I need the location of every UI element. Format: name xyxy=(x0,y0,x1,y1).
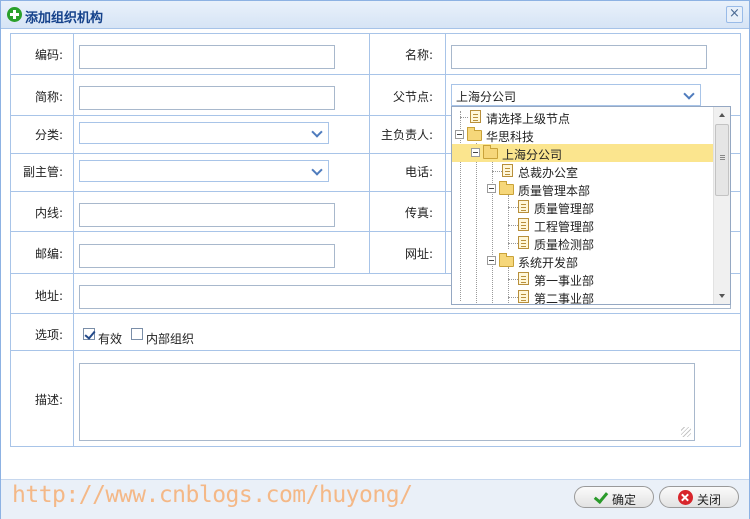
valid-checkbox[interactable] xyxy=(83,328,95,340)
chevron-down-icon[interactable] xyxy=(311,126,325,140)
scroll-thumb[interactable] xyxy=(715,124,729,196)
tree-item[interactable]: 第一事业部 xyxy=(452,270,714,288)
tree-item[interactable]: 请选择上级节点 xyxy=(452,108,714,126)
fax-label: 传真: xyxy=(404,206,433,220)
category-select[interactable] xyxy=(79,122,329,144)
manager-label: 主负责人: xyxy=(380,128,433,142)
name-input[interactable] xyxy=(451,45,707,69)
code-label: 编码: xyxy=(34,48,63,62)
deputy-label: 副主管: xyxy=(22,165,63,179)
document-icon xyxy=(518,272,529,285)
ok-button[interactable]: 确定 xyxy=(574,486,654,508)
dialog-window: 添加组织机构 × 编码: 名称: 简称: 父节点: 分类: 主负责人: 副主管:… xyxy=(0,0,750,519)
collapse-icon[interactable] xyxy=(487,256,496,265)
document-icon xyxy=(502,164,513,177)
collapse-icon[interactable] xyxy=(471,148,480,157)
tree-item-selected[interactable]: 上海分公司 xyxy=(452,144,714,162)
folder-icon xyxy=(499,181,514,195)
scroll-down-icon[interactable] xyxy=(714,288,730,304)
website-label: 网址: xyxy=(404,247,433,261)
tree-item[interactable]: 质量检测部 xyxy=(452,234,714,252)
address-label: 地址: xyxy=(34,289,63,303)
valid-checkbox-label[interactable]: 有效 xyxy=(98,330,122,347)
document-icon xyxy=(518,290,529,303)
document-icon xyxy=(518,236,529,249)
title-bar[interactable]: 添加组织机构 × xyxy=(1,1,749,29)
add-organization-icon xyxy=(7,7,22,22)
description-label: 描述: xyxy=(34,393,63,407)
code-input[interactable] xyxy=(79,45,335,69)
parent-node-select[interactable]: 上海分公司 xyxy=(451,84,701,106)
scroll-up-icon[interactable] xyxy=(714,107,730,123)
folder-icon xyxy=(499,253,514,267)
parent-node-tree-dropdown: 请选择上级节点 华思科技 上海分公司 总裁办公室 质量管理本部 质量管理部 工程… xyxy=(451,106,731,305)
chevron-down-icon[interactable] xyxy=(683,88,697,102)
document-icon xyxy=(470,110,481,123)
description-textarea[interactable] xyxy=(79,363,695,441)
collapse-icon[interactable] xyxy=(487,184,496,193)
tree-item[interactable]: 总裁办公室 xyxy=(452,162,714,180)
check-icon xyxy=(593,490,608,505)
chevron-down-icon[interactable] xyxy=(311,164,325,178)
collapse-icon[interactable] xyxy=(455,130,464,139)
tree-item[interactable]: 华思科技 xyxy=(452,126,714,144)
resize-grip-icon[interactable] xyxy=(681,427,691,437)
short-name-label: 简称: xyxy=(34,90,63,104)
internal-org-checkbox-label[interactable]: 内部组织 xyxy=(146,330,194,347)
short-name-input[interactable] xyxy=(79,86,335,110)
document-icon xyxy=(518,218,529,231)
internal-org-checkbox[interactable] xyxy=(131,328,143,340)
close-button[interactable]: 关闭 xyxy=(659,486,739,508)
deputy-select[interactable] xyxy=(79,160,329,182)
close-icon[interactable]: × xyxy=(726,6,743,23)
tree-item[interactable]: 第二事业部 xyxy=(452,288,714,304)
tree-item[interactable]: 质量管理本部 xyxy=(452,180,714,198)
name-label: 名称: xyxy=(404,48,433,62)
phone-label: 电话: xyxy=(404,165,433,179)
tree-item[interactable]: 工程管理部 xyxy=(452,216,714,234)
tree-item[interactable]: 系统开发部 xyxy=(452,252,714,270)
parent-node-value: 上海分公司 xyxy=(456,90,517,104)
zip-input[interactable] xyxy=(79,244,335,268)
document-icon xyxy=(518,200,529,213)
dialog-title: 添加组织机构 xyxy=(25,11,104,26)
close-circle-icon xyxy=(678,490,693,505)
tree-scrollbar[interactable] xyxy=(713,107,730,304)
folder-icon xyxy=(467,127,482,141)
extension-label: 内线: xyxy=(34,206,63,220)
folder-icon xyxy=(483,145,498,159)
zip-label: 邮编: xyxy=(34,247,63,261)
category-label: 分类: xyxy=(34,128,63,142)
tree-item[interactable]: 质量管理部 xyxy=(452,198,714,216)
extension-input[interactable] xyxy=(79,203,335,227)
watermark-url: http://www.cnblogs.com/huyong/ xyxy=(12,482,413,508)
options-label: 选项: xyxy=(34,328,63,342)
parent-node-label: 父节点: xyxy=(392,90,433,104)
